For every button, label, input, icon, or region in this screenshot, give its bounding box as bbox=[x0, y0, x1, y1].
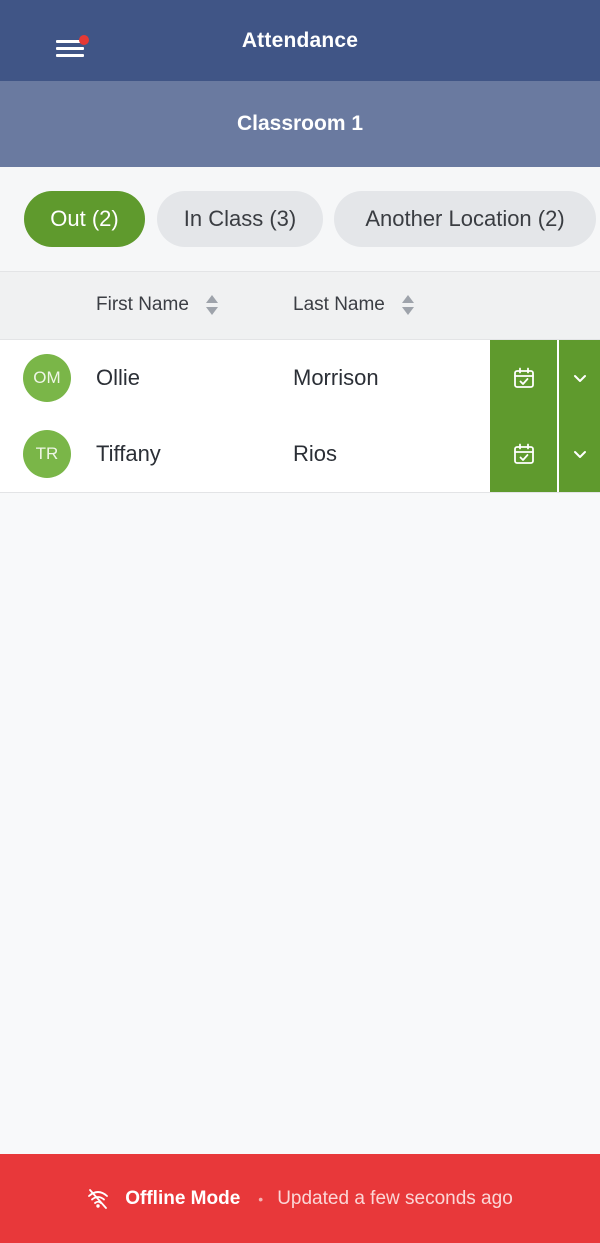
status-filter-bar: Out (2) In Class (3) Another Location (2… bbox=[0, 167, 600, 271]
classroom-header: Classroom 1 bbox=[0, 81, 600, 167]
filter-out[interactable]: Out (2) bbox=[24, 191, 145, 247]
chevron-down-icon bbox=[573, 375, 586, 382]
app-header: Attendance bbox=[0, 0, 600, 81]
table-row[interactable]: OM Ollie Morrison bbox=[0, 340, 600, 417]
expand-row-button[interactable] bbox=[559, 340, 600, 416]
offline-status: Offline Mode bbox=[125, 1187, 241, 1209]
hamburger-bar bbox=[56, 47, 84, 50]
column-last-name-label: Last Name bbox=[293, 294, 385, 315]
first-name-cell: Tiffany bbox=[96, 441, 161, 466]
menu-button[interactable] bbox=[56, 35, 89, 60]
check-in-button[interactable] bbox=[490, 340, 557, 416]
column-first-name[interactable]: First Name bbox=[96, 294, 219, 316]
last-updated-text: Updated a few seconds ago bbox=[277, 1187, 513, 1209]
filter-another-location[interactable]: Another Location (2) bbox=[334, 191, 596, 247]
check-in-button[interactable] bbox=[490, 416, 557, 492]
classroom-title: Classroom 1 bbox=[236, 112, 364, 135]
filter-in-class[interactable]: In Class (3) bbox=[157, 191, 323, 247]
notification-dot bbox=[79, 35, 89, 45]
last-name-cell: Rios bbox=[293, 441, 338, 466]
column-last-name[interactable]: Last Name bbox=[293, 294, 415, 316]
page-title: Attendance bbox=[241, 28, 359, 52]
avatar: TR bbox=[23, 430, 71, 478]
table-row[interactable]: TR Tiffany Rios bbox=[0, 416, 600, 493]
table-header: First Name Last Name bbox=[0, 271, 600, 340]
avatar: OM bbox=[23, 354, 71, 402]
column-first-name-label: First Name bbox=[96, 294, 189, 315]
sort-arrows-icon bbox=[401, 294, 415, 316]
sort-arrows-icon bbox=[205, 294, 219, 316]
chevron-down-icon bbox=[573, 451, 586, 458]
status-separator: • bbox=[258, 1190, 264, 1207]
wifi-off-icon bbox=[88, 1188, 109, 1209]
calendar-check-icon bbox=[513, 367, 534, 388]
first-name-cell: Ollie bbox=[96, 365, 141, 390]
expand-row-button[interactable] bbox=[559, 416, 600, 492]
calendar-check-icon bbox=[513, 443, 534, 464]
hamburger-bar bbox=[56, 54, 84, 57]
offline-banner: Offline Mode • Updated a few seconds ago bbox=[0, 1154, 600, 1243]
last-name-cell: Morrison bbox=[293, 365, 379, 390]
